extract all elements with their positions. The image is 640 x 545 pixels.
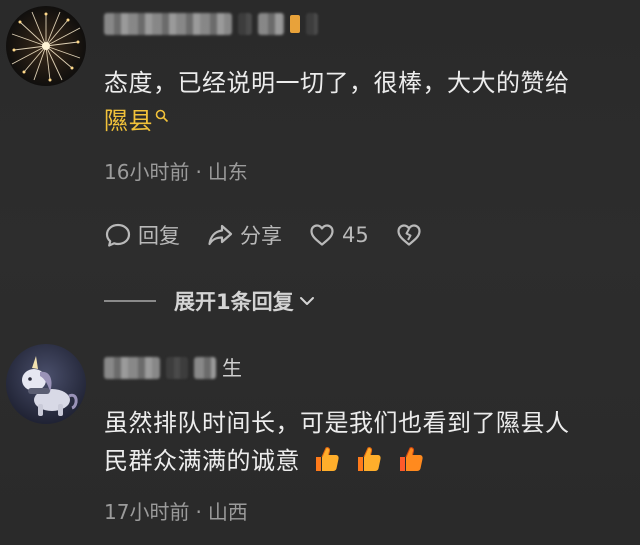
username-blurred (104, 357, 160, 379)
comment-body: 态度，已经说明一切了，很棒，大大的赞给 隰县 (104, 64, 624, 140)
comment-text-line1: 虽然排队时间长，可是我们也看到了隰县人 (104, 409, 570, 437)
comment-text: 态度，已经说明一切了，很棒，大大的赞给 (104, 69, 570, 97)
username[interactable]: 生 (104, 356, 242, 380)
username-blurred-dark (166, 357, 188, 379)
share-button[interactable]: 分享 (206, 220, 282, 250)
username-blurred-dark (238, 13, 252, 35)
comment-actions: 回复 分享 45 (104, 218, 449, 252)
speech-bubble-icon (105, 223, 131, 247)
user-badge (290, 15, 300, 33)
comment-time: 17小时前 (104, 500, 190, 524)
username-suffix: 生 (222, 356, 242, 380)
expand-label: 展开1条回复 (174, 290, 294, 314)
like-button[interactable]: 45 (308, 221, 369, 249)
thumbs-up-icon (358, 447, 381, 471)
broken-heart-icon (397, 224, 421, 246)
comment-1: 态度，已经说明一切了，很棒，大大的赞给 隰县 16小时前·山东 回复 分享 (0, 0, 640, 330)
share-arrow-icon (208, 224, 233, 246)
place-link-label: 隰县 (104, 107, 153, 135)
username-blurred-3 (306, 13, 318, 35)
share-label: 分享 (240, 224, 282, 248)
comment-2: 生 虽然排队时间长，可是我们也看到了隰县人 民群众满满的诚意 17小时前 · 山… (0, 340, 640, 545)
username-blurred-2 (258, 13, 284, 35)
comment-body: 虽然排队时间长，可是我们也看到了隰县人 民群众满满的诚意 (104, 404, 624, 480)
comment-location: 山西 (207, 500, 248, 524)
username-blurred (104, 13, 232, 35)
like-count: 45 (342, 223, 369, 247)
username[interactable] (104, 12, 318, 36)
search-icon (155, 109, 169, 123)
comment-time: 16小时前 (104, 160, 190, 184)
place-link[interactable]: 隰县 (104, 107, 169, 135)
dislike-button[interactable] (395, 221, 423, 249)
avatar-unicorn[interactable] (6, 344, 86, 424)
comment-feed: 态度，已经说明一切了，很棒，大大的赞给 隰县 16小时前·山东 回复 分享 (0, 0, 640, 545)
reply-label: 回复 (138, 224, 180, 248)
meta-separator: · (195, 160, 202, 184)
thumbs-up-icon (400, 447, 423, 471)
avatar-fireworks[interactable] (6, 6, 86, 86)
comment-meta: 17小时前 · 山西 (104, 500, 248, 524)
comment-meta: 16小时前 · 山东 (104, 160, 248, 184)
expand-divider (104, 300, 156, 302)
expand-replies[interactable]: 展开1条回复 (104, 286, 316, 316)
heart-icon (310, 224, 334, 246)
reply-button[interactable]: 回复 (104, 220, 180, 250)
chevron-down-icon (299, 297, 314, 305)
username-blurred-2 (194, 357, 216, 379)
comment-location: 山东 (207, 160, 248, 184)
comment-text-line2: 民群众满满的诚意 (104, 447, 300, 475)
thumbs-up-icon (316, 447, 339, 471)
meta-separator: · (195, 500, 202, 524)
